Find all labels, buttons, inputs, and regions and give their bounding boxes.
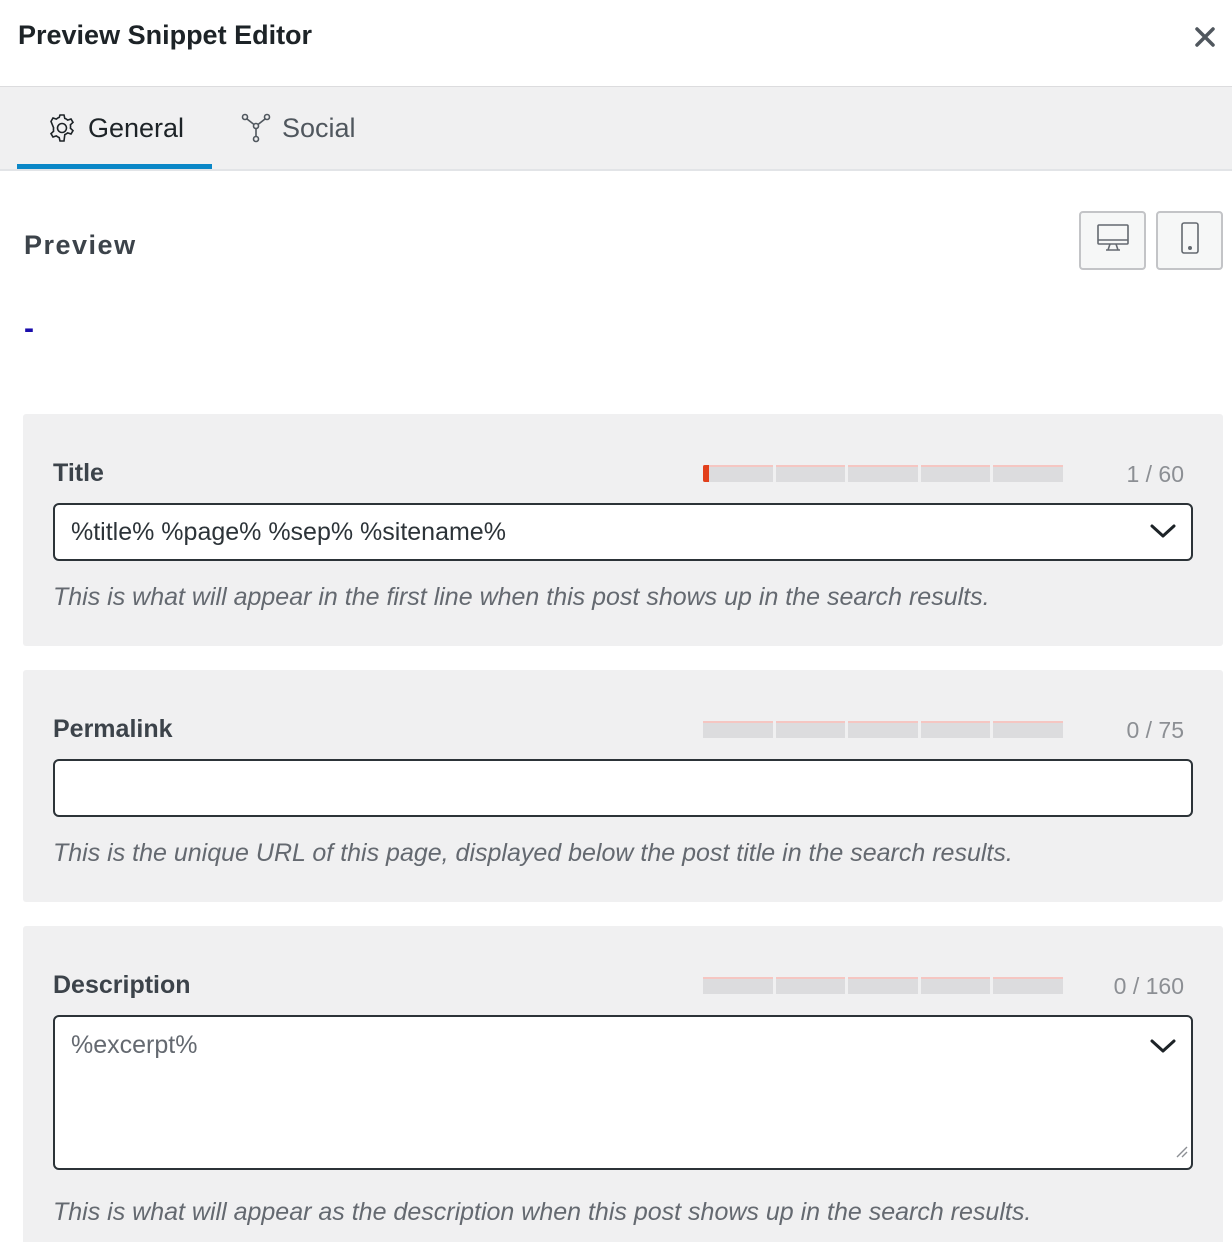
title-input-value: %title% %page% %sep% %sitename% — [71, 517, 506, 546]
modal-title: Preview Snippet Editor — [18, 20, 313, 50]
tab-social-label: Social — [282, 112, 356, 143]
permalink-length-meter — [703, 721, 1063, 738]
title-input[interactable]: %title% %page% %sep% %sitename% — [53, 503, 1193, 561]
chevron-down-icon[interactable] — [1149, 518, 1177, 547]
tab-bar: General Social — [0, 87, 1232, 171]
desktop-icon — [1096, 222, 1130, 259]
description-textarea[interactable]: %excerpt% — [53, 1015, 1193, 1170]
desktop-preview-button[interactable] — [1079, 211, 1146, 270]
tab-general[interactable]: General — [17, 87, 212, 169]
preview-snippet-title[interactable]: - — [24, 312, 34, 346]
permalink-input[interactable] — [53, 759, 1193, 817]
modal-header: Preview Snippet Editor — [0, 0, 1232, 87]
title-counter: 1 / 60 — [1126, 461, 1184, 487]
title-help-text: This is what will appear in the first li… — [53, 583, 990, 611]
description-length-meter — [703, 977, 1063, 994]
preview-heading: Preview — [24, 230, 137, 260]
title-length-meter-fill — [703, 465, 709, 482]
title-length-meter — [703, 465, 1063, 482]
title-panel: Title 1 / 60 %title% %page% %sep% %siten… — [23, 414, 1223, 646]
gear-icon — [46, 112, 78, 144]
permalink-help-text: This is the unique URL of this page, dis… — [53, 839, 1013, 867]
permalink-panel: Permalink 0 / 75 This is the unique URL … — [23, 670, 1223, 902]
chevron-down-icon[interactable] — [1149, 1033, 1177, 1062]
resize-handle-icon[interactable] — [1174, 1136, 1188, 1165]
description-panel: Description 0 / 160 %excerpt% This is wh… — [23, 926, 1223, 1242]
permalink-counter: 0 / 75 — [1126, 717, 1184, 743]
title-label: Title — [53, 459, 104, 487]
description-label: Description — [53, 971, 191, 999]
active-tab-indicator — [17, 164, 212, 169]
mobile-icon — [1179, 221, 1201, 260]
mobile-preview-button[interactable] — [1156, 211, 1223, 270]
description-counter: 0 / 160 — [1113, 973, 1184, 999]
share-network-icon — [240, 112, 272, 144]
description-help-text: This is what will appear as the descript… — [53, 1198, 1032, 1226]
tab-general-label: General — [88, 112, 185, 143]
tab-social[interactable]: Social — [240, 87, 380, 169]
permalink-label: Permalink — [53, 715, 173, 743]
close-icon[interactable] — [1190, 22, 1220, 52]
description-textarea-value: %excerpt% — [71, 1031, 198, 1059]
